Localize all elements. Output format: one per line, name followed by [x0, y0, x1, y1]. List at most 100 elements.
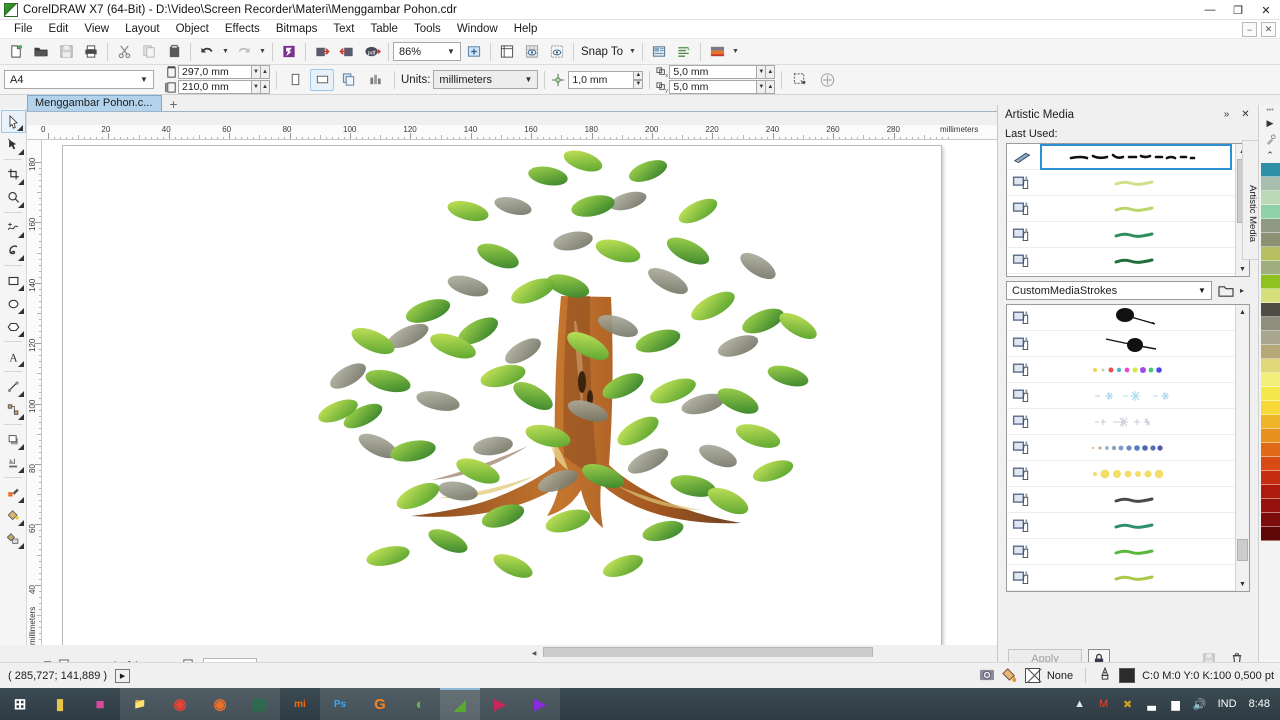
stroke-preview[interactable]: [1041, 566, 1231, 590]
docker-close-button[interactable]: ✕: [1238, 107, 1253, 122]
flyout-arrow-icon[interactable]: [18, 361, 24, 367]
color-swatches[interactable]: [1261, 163, 1280, 675]
stroke-preview[interactable]: [1041, 332, 1231, 356]
list-item[interactable]: [1007, 565, 1235, 591]
color-swatch[interactable]: [1261, 261, 1280, 275]
vertical-ruler[interactable]: 180 160 140 120 100 80 60 40 millimeters: [27, 140, 42, 645]
dupy-up-button[interactable]: ▲: [766, 80, 776, 94]
copy-button[interactable]: [137, 41, 161, 63]
export-button[interactable]: [335, 41, 359, 63]
color-swatch[interactable]: [1261, 359, 1280, 373]
landscape-orientation-button[interactable]: [310, 68, 334, 91]
chevron-down-icon[interactable]: ▼: [521, 75, 535, 84]
page-preset-combo[interactable]: A4 ▼: [4, 70, 154, 89]
flyout-arrow-icon[interactable]: [18, 414, 24, 420]
object-manager-button[interactable]: [672, 41, 696, 63]
taskbar-item-coreldraw[interactable]: ◢: [440, 688, 480, 720]
all-pages-button[interactable]: [337, 69, 361, 91]
list-item[interactable]: [1007, 461, 1235, 487]
nudge-down-button[interactable]: ▼: [634, 79, 644, 89]
open-document-button[interactable]: [29, 41, 53, 63]
status-expand-button[interactable]: ▶: [115, 668, 131, 683]
color-swatch[interactable]: [1261, 527, 1280, 541]
height-down-button[interactable]: ▼: [252, 80, 261, 94]
list-item[interactable]: [1007, 248, 1235, 274]
artistic-media-side-tab[interactable]: Artistic Media: [1242, 140, 1258, 260]
edit-page-button[interactable]: [788, 69, 812, 91]
menu-item-table[interactable]: Table: [362, 21, 406, 37]
scroll-up-button[interactable]: ▲: [1236, 305, 1249, 319]
list-item[interactable]: [1007, 487, 1235, 513]
tray-volume-icon[interactable]: 🔊: [1188, 688, 1212, 720]
flyout-arrow-icon[interactable]: [18, 149, 24, 155]
color-swatch[interactable]: [1261, 191, 1280, 205]
horizontal-ruler[interactable]: 0 20 40 60 80 100 120 140 160 180 200 220 240 260 280 m…: [27, 125, 997, 140]
color-swatch[interactable]: [1261, 387, 1280, 401]
flyout-arrow-icon[interactable]: [18, 520, 24, 526]
color-swatch[interactable]: [1261, 303, 1280, 317]
flyout-arrow-icon[interactable]: [18, 467, 24, 473]
browse-folder-button[interactable]: [1216, 281, 1236, 300]
last-used-list[interactable]: ▲ ▼: [1006, 143, 1250, 277]
snap-to-dropdown-arrow[interactable]: ▼: [627, 41, 638, 63]
redo-button[interactable]: [232, 41, 256, 63]
taskbar-item-camtasia1[interactable]: ▶: [480, 688, 520, 720]
chevron-down-icon[interactable]: ▼: [1195, 286, 1209, 295]
taskbar-item-excel[interactable]: ▤: [240, 688, 280, 720]
zoom-level-combo[interactable]: 86% ▼: [393, 42, 461, 61]
menu-item-window[interactable]: Window: [449, 21, 506, 37]
tray-show-hidden-icon[interactable]: ▲: [1068, 688, 1092, 720]
outline-color-swatch[interactable]: [1119, 668, 1136, 683]
list-item[interactable]: [1007, 513, 1235, 539]
list-item[interactable]: [1007, 331, 1235, 357]
color-swatch[interactable]: [1261, 247, 1280, 261]
publish-to-pdf-button[interactable]: pdf: [360, 41, 384, 63]
snap-to-label[interactable]: Snap To: [578, 46, 626, 58]
stroke-preview[interactable]: [1041, 436, 1231, 460]
flyout-arrow-icon[interactable]: [18, 308, 24, 314]
save-document-button[interactable]: [54, 41, 78, 63]
color-swatch[interactable]: [1261, 373, 1280, 387]
taskbar-item-mi[interactable]: mi: [280, 688, 320, 720]
page-height-field[interactable]: 210,0 mm ▼ ▲: [165, 80, 270, 94]
width-up-button[interactable]: ▲: [261, 65, 270, 79]
stroke-preview[interactable]: [1041, 171, 1231, 195]
text-tool[interactable]: A: [1, 345, 26, 368]
print-button[interactable]: [79, 41, 103, 63]
color-swatch[interactable]: [1261, 275, 1280, 289]
chevron-down-icon[interactable]: ▼: [444, 47, 458, 56]
dupx-down-button[interactable]: ▼: [757, 65, 767, 79]
eyedropper-icon[interactable]: [1259, 131, 1280, 147]
current-page-button[interactable]: [364, 69, 388, 91]
taskbar-item-photoshop[interactable]: Ps: [320, 688, 360, 720]
document-tab[interactable]: Menggambar Pohon.c...: [27, 95, 163, 111]
stroke-preview[interactable]: [1041, 410, 1231, 434]
color-swatch[interactable]: [1261, 401, 1280, 415]
stroke-preview[interactable]: [1041, 306, 1231, 330]
ellipse-tool[interactable]: [1, 292, 26, 315]
stroke-preview[interactable]: [1040, 144, 1232, 170]
menu-item-edit[interactable]: Edit: [41, 21, 77, 37]
chevron-down-icon[interactable]: ▼: [137, 75, 151, 84]
menu-item-object[interactable]: Object: [168, 21, 217, 37]
stroke-preview[interactable]: [1041, 462, 1231, 486]
close-button[interactable]: ✕: [1252, 0, 1280, 20]
flyout-arrow-icon[interactable]: [18, 285, 24, 291]
color-swatch[interactable]: [1261, 205, 1280, 219]
tree-illustration[interactable]: [318, 146, 838, 645]
flyout-arrow-icon[interactable]: [18, 255, 24, 261]
launcher-dropdown-arrow[interactable]: ▼: [730, 41, 741, 63]
parallel-dimension-tool[interactable]: [1, 375, 26, 398]
stroke-preview[interactable]: [1041, 358, 1231, 382]
flyout-arrow-icon[interactable]: [17, 125, 23, 131]
document-page[interactable]: [62, 145, 942, 645]
zoom-to-fit-button[interactable]: [462, 41, 486, 63]
nudge-distance-field[interactable]: 1,0 mm ▲ ▼: [568, 70, 644, 89]
document-minimize-button[interactable]: −: [1242, 22, 1257, 37]
fill-color-icon[interactable]: [1002, 667, 1018, 685]
scroll-down-button[interactable]: ▼: [1236, 577, 1249, 591]
media-strokes-scrollbar[interactable]: ▲ ▼: [1235, 305, 1249, 591]
scroll-thumb[interactable]: [1237, 539, 1248, 561]
stroke-preview[interactable]: [1041, 514, 1231, 538]
tray-gmail-icon[interactable]: M: [1092, 688, 1116, 720]
